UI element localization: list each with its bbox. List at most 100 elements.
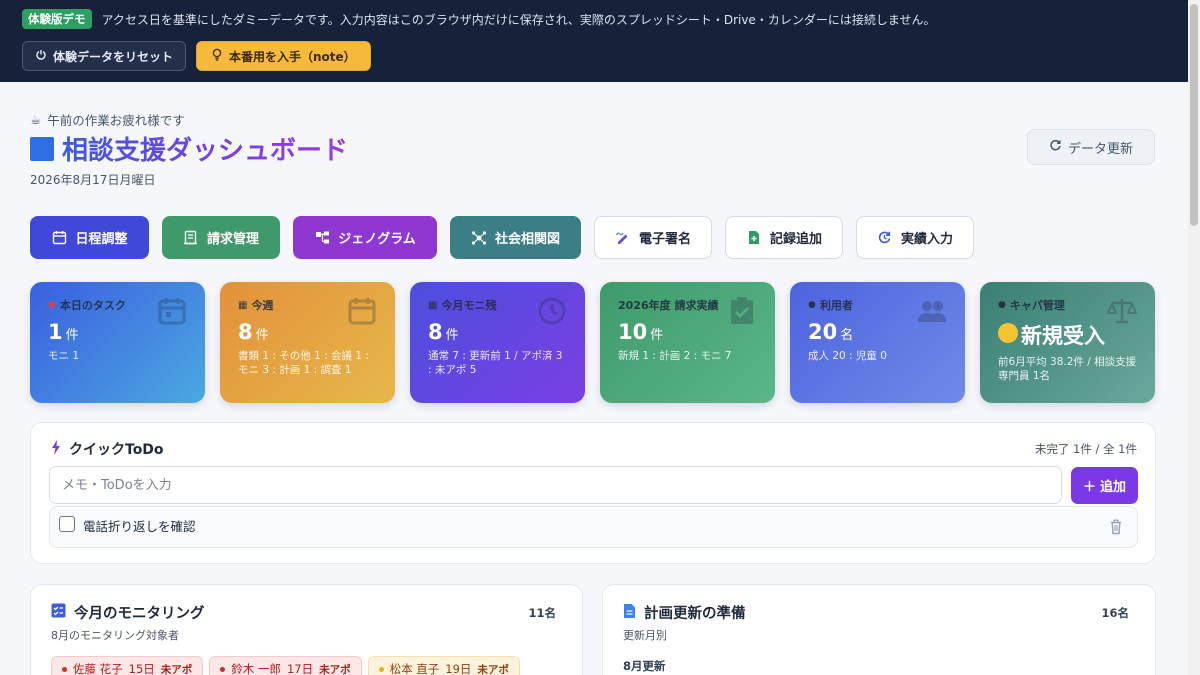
monitoring-client-chip[interactable]: 佐藤 花子 15日 未アポ xyxy=(51,656,204,675)
refresh-data-button[interactable]: データ更新 xyxy=(1027,129,1155,165)
get-production-button[interactable]: 本番用を入手（note） xyxy=(196,41,371,71)
add-todo-label: 追加 xyxy=(1100,480,1127,495)
nav-schedule-label: 日程調整 xyxy=(75,232,128,247)
add-todo-button[interactable]: ＋ 追加 xyxy=(1071,467,1138,504)
stat-card-this-week[interactable]: ▦ 今週 8 件 書類 1 : その他 1 : 会議 1 : モニ 3 : 計画… xyxy=(220,282,395,403)
monitoring-panel: 今月のモニタリング 11名 8月のモニタリング対象者 佐藤 花子 15日 未アポ… xyxy=(30,584,583,675)
stat-detail: 成人 20 : 児童 0 xyxy=(808,350,887,362)
lightning-icon xyxy=(51,439,61,459)
coffee-icon: ☕ xyxy=(30,112,42,127)
nav-billing-label: 請求管理 xyxy=(206,232,259,247)
signature-icon xyxy=(615,230,631,246)
plan-update-title-text: 計画更新の準備 xyxy=(644,606,746,622)
monitoring-count: 11名 xyxy=(528,606,556,620)
page-title: 相談支援ダッシュボード xyxy=(30,130,348,167)
document-icon xyxy=(623,603,636,623)
greeting: ☕ 午前の作業お疲れ様です xyxy=(30,110,185,129)
monitoring-client-chip[interactable]: 松本 直子 19日 未アポ xyxy=(367,656,520,675)
refresh-data-label: データ更新 xyxy=(1067,141,1133,157)
genogram-icon xyxy=(314,230,330,246)
monitoring-subtitle: 8月のモニタリング対象者 xyxy=(51,629,179,642)
todo-count: 未完了 1件 / 全 1件 xyxy=(1034,442,1137,456)
plan-update-panel: 計画更新の準備 16名 更新月別 8月更新 xyxy=(602,584,1156,675)
clipboard-check-icon xyxy=(731,297,753,324)
lightbulb-icon xyxy=(211,48,223,64)
stat-unit: 件 xyxy=(650,328,664,343)
chip-day: 17日 xyxy=(286,662,314,675)
stat-detail: 通常 7 : 更新前 1 / アポ済 3 : 未アポ 5 xyxy=(428,350,563,376)
greeting-text: 午前の作業お疲れ様です xyxy=(47,113,185,128)
calendar-icon xyxy=(51,230,67,246)
scrollbar-thumb[interactable] xyxy=(1190,4,1198,226)
add-file-icon xyxy=(746,230,762,246)
stat-label: 利用者 xyxy=(819,299,853,312)
calendar-icon xyxy=(158,298,186,325)
quick-todo-title: クイックToDo xyxy=(51,439,164,459)
plan-update-subtitle: 更新月別 xyxy=(623,629,667,642)
reset-demo-button[interactable]: 体験データをリセット xyxy=(22,41,187,71)
demo-badge: 体験版デモ xyxy=(22,9,92,29)
pin-icon: ● xyxy=(48,300,56,310)
nav-genogram-button[interactable]: ジェノグラム xyxy=(293,216,437,259)
trash-icon[interactable] xyxy=(1109,519,1123,535)
chip-day: 19日 xyxy=(445,662,472,675)
stat-card-monthly-monitoring[interactable]: ▦ 今月モニ残 8 件 通常 7 : 更新前 1 / アポ済 3 : 未アポ 5 xyxy=(410,282,585,403)
get-production-label: 本番用を入手（note） xyxy=(229,49,356,64)
stat-detail: モニ 1 xyxy=(48,350,80,362)
stat-label: キャパ管理 xyxy=(1009,299,1065,312)
stat-value: 新規受入 xyxy=(1021,324,1105,348)
checklist-icon xyxy=(51,603,66,622)
todo-item-text: 電話折り返しを確認 xyxy=(83,519,196,534)
stat-label: 今月モニ残 xyxy=(441,299,497,312)
nav-schedule-button[interactable]: 日程調整 xyxy=(30,216,149,259)
scale-icon xyxy=(1107,299,1137,324)
stat-unit: 名 xyxy=(840,328,854,343)
monitoring-client-chip[interactable]: 鈴木 一郎 17日 未アポ xyxy=(209,656,362,675)
pin-icon: ● xyxy=(998,300,1006,310)
nav-e-signature-button[interactable]: 電子署名 xyxy=(594,216,712,259)
status-dot-icon xyxy=(378,666,384,672)
plan-update-title: 計画更新の準備 xyxy=(623,602,746,623)
stat-value: 8 xyxy=(238,320,253,344)
plan-update-count: 16名 xyxy=(1101,606,1129,620)
nav-billing-button[interactable]: 請求管理 xyxy=(162,216,280,259)
stat-card-clients[interactable]: ● 利用者 20 名 成人 20 : 児童 0 xyxy=(790,282,965,403)
stat-detail: 書類 1 : その他 1 : 会議 1 : モニ 3 : 計画 1 : 調査 1 xyxy=(238,350,369,376)
chip-tag: 未アポ xyxy=(319,663,351,675)
page-scrollbar[interactable] xyxy=(1188,0,1200,675)
chip-name: 鈴木 一郎 xyxy=(231,662,281,675)
status-dot-icon xyxy=(62,666,67,672)
nav-social-network-button[interactable]: 社会相関図 xyxy=(450,216,581,259)
todo-checkbox[interactable] xyxy=(59,516,75,532)
power-icon xyxy=(35,49,47,64)
stat-detail: 新規 1 : 計画 2 : モニ 7 xyxy=(618,350,732,362)
stat-value: 1 xyxy=(48,320,63,344)
reset-demo-label: 体験データをリセット xyxy=(53,49,174,64)
nav-add-record-button[interactable]: 記録追加 xyxy=(725,216,843,259)
monitoring-title: 今月のモニタリング xyxy=(51,602,205,623)
users-icon xyxy=(918,301,946,322)
chip-tag: 未アポ xyxy=(477,663,509,675)
todo-input[interactable] xyxy=(49,466,1062,504)
stat-card-today-tasks[interactable]: ● 本日のタスク 1 件 モニ 1 xyxy=(30,282,205,403)
plus-icon: ＋ xyxy=(1082,480,1096,495)
stat-value: 8 xyxy=(428,320,443,344)
demo-notice-text: アクセス日を基準にしたダミーデータです。入力内容はこのブラウザ内だけに保存され、… xyxy=(101,12,936,27)
demo-banner: 体験版デモ アクセス日を基準にしたダミーデータです。入力内容はこのブラウザ内だけ… xyxy=(0,0,1188,82)
quick-todo-title-text: クイックToDo xyxy=(69,442,164,458)
nav-e-signature-label: 電子署名 xyxy=(638,232,691,247)
chip-day: 15日 xyxy=(128,662,155,675)
stat-card-annual-billing[interactable]: 2026年度 請求実績 10 件 新規 1 : 計画 2 : モニ 7 xyxy=(600,282,775,403)
clock-icon xyxy=(538,297,566,325)
network-icon xyxy=(471,230,487,246)
stat-card-capacity[interactable]: ● キャパ管理 新規受入 前6月平均 38.2件 / 相談支援専門員 1名 xyxy=(980,282,1155,403)
stat-label: 本日のタスク xyxy=(59,299,126,312)
calendar-icon xyxy=(348,298,376,325)
stat-unit: 件 xyxy=(445,328,459,343)
plan-month-heading: 8月更新 xyxy=(623,659,666,673)
stat-value: 20 xyxy=(808,320,838,344)
nav-social-network-label: 社会相関図 xyxy=(494,232,560,247)
user-small-icon: ● xyxy=(808,300,816,310)
stat-value: 10 xyxy=(618,320,648,344)
nav-performance-input-button[interactable]: 実績入力 xyxy=(856,216,974,259)
